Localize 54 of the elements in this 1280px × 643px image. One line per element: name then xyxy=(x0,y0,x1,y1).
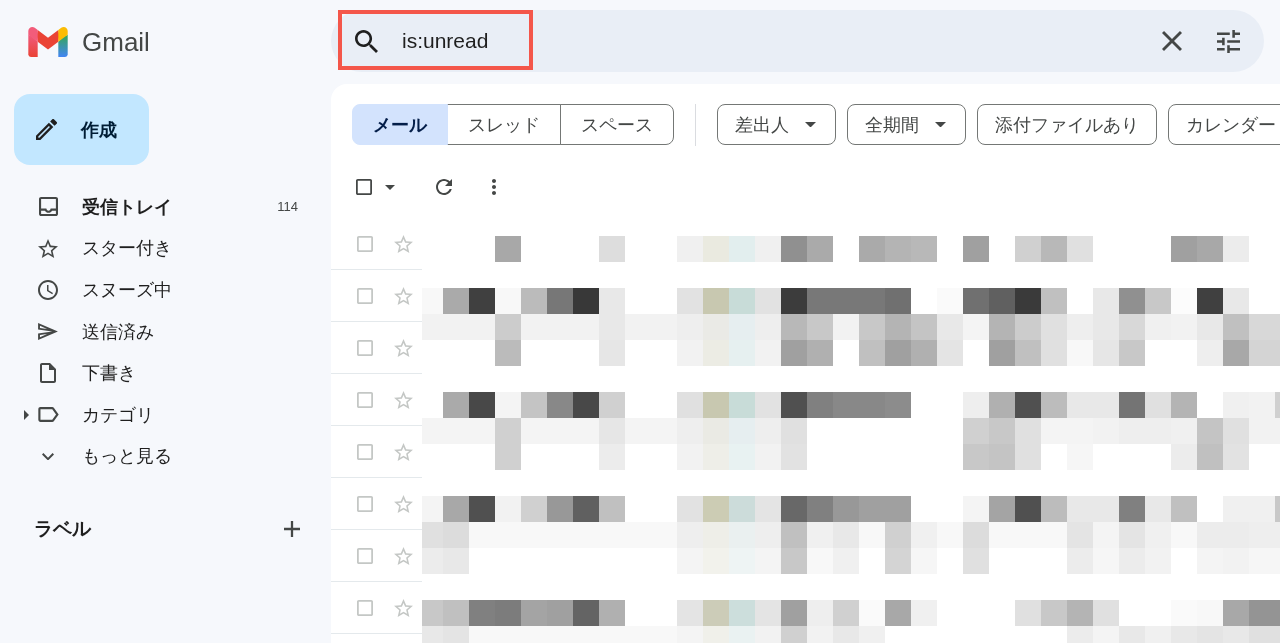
filter-chip[interactable]: カレンダー xyxy=(1168,104,1280,145)
clock-icon xyxy=(38,280,58,300)
app-name: Gmail xyxy=(82,29,150,55)
caret-icon[interactable] xyxy=(23,409,29,420)
pencil-icon xyxy=(36,119,57,140)
document-icon xyxy=(40,363,56,384)
sidebar-item[interactable]: もっと見る xyxy=(0,435,315,478)
label-icon xyxy=(37,407,59,423)
m-logo-icon xyxy=(28,27,68,57)
inbox-icon xyxy=(38,197,58,217)
star-icon[interactable] xyxy=(394,338,413,357)
row-checkbox[interactable] xyxy=(357,287,373,304)
row-checkbox[interactable] xyxy=(357,443,373,460)
row-checkbox[interactable] xyxy=(357,339,373,356)
star-icon[interactable] xyxy=(394,598,413,617)
search-field[interactable]: is:unread xyxy=(331,10,1264,72)
select-all-checkbox[interactable] xyxy=(356,179,372,195)
star-icon xyxy=(38,238,58,258)
search-icon[interactable] xyxy=(355,29,378,53)
row-checkbox[interactable] xyxy=(357,599,373,616)
filter-options-icon[interactable] xyxy=(1217,29,1240,53)
star-icon[interactable] xyxy=(394,286,413,305)
sidebar-item[interactable]: 送信済み xyxy=(0,310,315,353)
filter-chip[interactable]: 添付ファイルあり xyxy=(977,104,1157,145)
send-icon xyxy=(38,323,58,341)
star-icon[interactable] xyxy=(394,494,413,513)
sidebar-item[interactable]: スヌーズ中 xyxy=(0,269,315,311)
section-heading: ラベル xyxy=(34,517,91,542)
view-tab[interactable]: スレッド xyxy=(447,104,561,145)
search-input[interactable]: is:unread xyxy=(402,21,1162,61)
caret-icon[interactable] xyxy=(385,184,395,190)
filter-chip[interactable]: 差出人 xyxy=(717,104,836,145)
star-icon[interactable] xyxy=(394,546,413,565)
more-options-icon[interactable] xyxy=(492,179,496,195)
sidebar-item[interactable]: スター付き xyxy=(0,227,315,270)
view-tab[interactable]: スペース xyxy=(560,104,674,145)
sidebar-item[interactable]: 下書き xyxy=(0,352,315,394)
row-checkbox[interactable] xyxy=(357,235,373,252)
view-tab[interactable]: メール xyxy=(352,104,448,145)
sidebar-item[interactable]: カテゴリ xyxy=(0,393,315,436)
unread-count: 114 xyxy=(277,199,298,215)
close-icon[interactable] xyxy=(1162,31,1182,51)
row-checkbox[interactable] xyxy=(357,391,373,408)
star-icon[interactable] xyxy=(394,234,413,253)
row-checkbox[interactable] xyxy=(357,495,373,512)
filter-chip[interactable]: 全期間 xyxy=(847,104,966,145)
refresh-icon[interactable] xyxy=(436,179,452,195)
chevron-down-icon xyxy=(42,452,54,461)
star-icon[interactable] xyxy=(394,442,413,461)
sidebar-item[interactable]: 受信トレイ 114 xyxy=(0,186,315,228)
add-icon[interactable] xyxy=(284,521,300,538)
star-icon[interactable] xyxy=(394,390,413,409)
compose-button[interactable]: 作成 xyxy=(14,94,149,165)
row-checkbox[interactable] xyxy=(357,547,373,564)
